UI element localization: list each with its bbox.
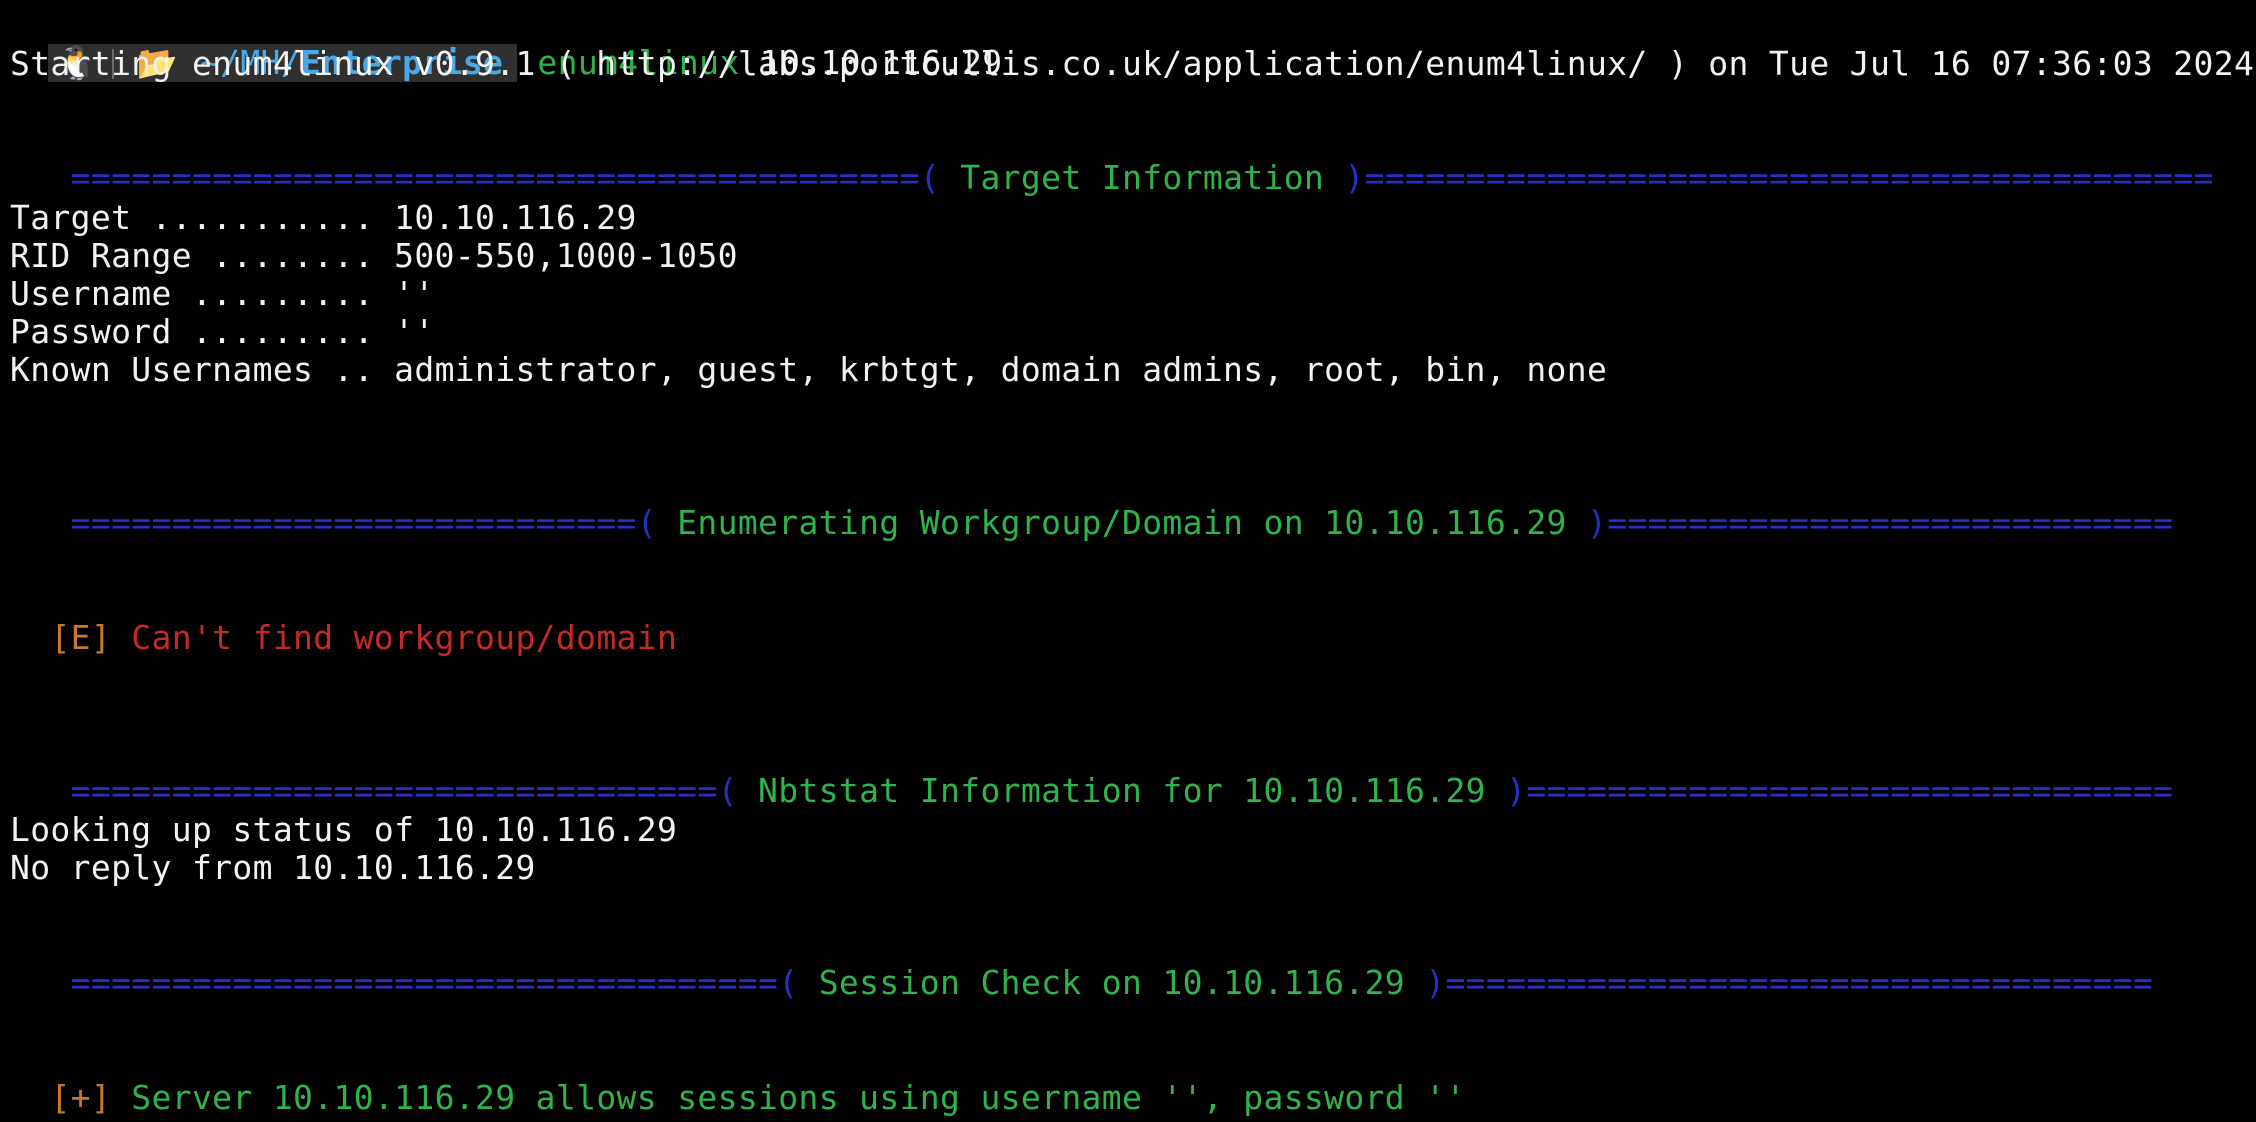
known-usernames-line: Known Usernames .. administrator, guest,…: [10, 350, 1608, 389]
session-success-line: [+] Server 10.10.116.29 allows sessions …: [10, 1041, 1466, 1117]
error-message: Can't find workgroup/domain: [111, 618, 678, 657]
nbtstat-lookup-line: Looking up status of 10.10.116.29: [10, 810, 678, 849]
rid-range-line: RID Range ........ 500-550,1000-1050: [10, 236, 738, 275]
target-line: Target ........... 10.10.116.29: [10, 198, 637, 237]
section-rule-right: )============================: [1586, 503, 2174, 542]
error-tag: [E]: [50, 618, 112, 657]
section-title: Nbtstat Information for 10.10.116.29: [737, 771, 1507, 810]
section-rule-left: ================================(: [50, 771, 738, 810]
section-header-nbtstat: ================================( Nbtsta…: [10, 734, 2173, 810]
section-title: Target Information: [940, 158, 1345, 197]
section-header-workgroup: ============================( Enumeratin…: [10, 466, 2173, 542]
section-header-target: ========================================…: [10, 121, 2214, 197]
password-line: Password ......... '': [10, 312, 435, 351]
success-tag: [+]: [50, 1078, 112, 1117]
workgroup-error-line: [E] Can't find workgroup/domain: [10, 581, 677, 657]
shell-prompt: 🐧 📂 ~/MH/Enterprise enum4linux 10.10.116.2…: [8, 6, 1002, 82]
banner-line: Starting enum4linux v0.9.1 ( http://labs…: [10, 44, 2255, 83]
section-title: Session Check on 10.10.116.29: [798, 963, 1426, 1002]
section-title: Enumerating Workgroup/Domain on 10.10.11…: [656, 503, 1587, 542]
section-header-session: ===================================( Ses…: [10, 926, 2153, 1002]
section-rule-left: ========================================…: [50, 158, 941, 197]
section-rule-left: ============================(: [50, 503, 657, 542]
section-rule-right: )=======================================…: [1344, 158, 2214, 197]
section-rule-right: )===================================: [1425, 963, 2154, 1002]
nbtstat-no-reply-line: No reply from 10.10.116.29: [10, 848, 536, 887]
username-line: Username ......... '': [10, 274, 435, 313]
section-rule-left: ===================================(: [50, 963, 799, 1002]
success-message: Server 10.10.116.29 allows sessions usin…: [111, 1078, 1466, 1117]
section-rule-right: )================================: [1506, 771, 2174, 810]
